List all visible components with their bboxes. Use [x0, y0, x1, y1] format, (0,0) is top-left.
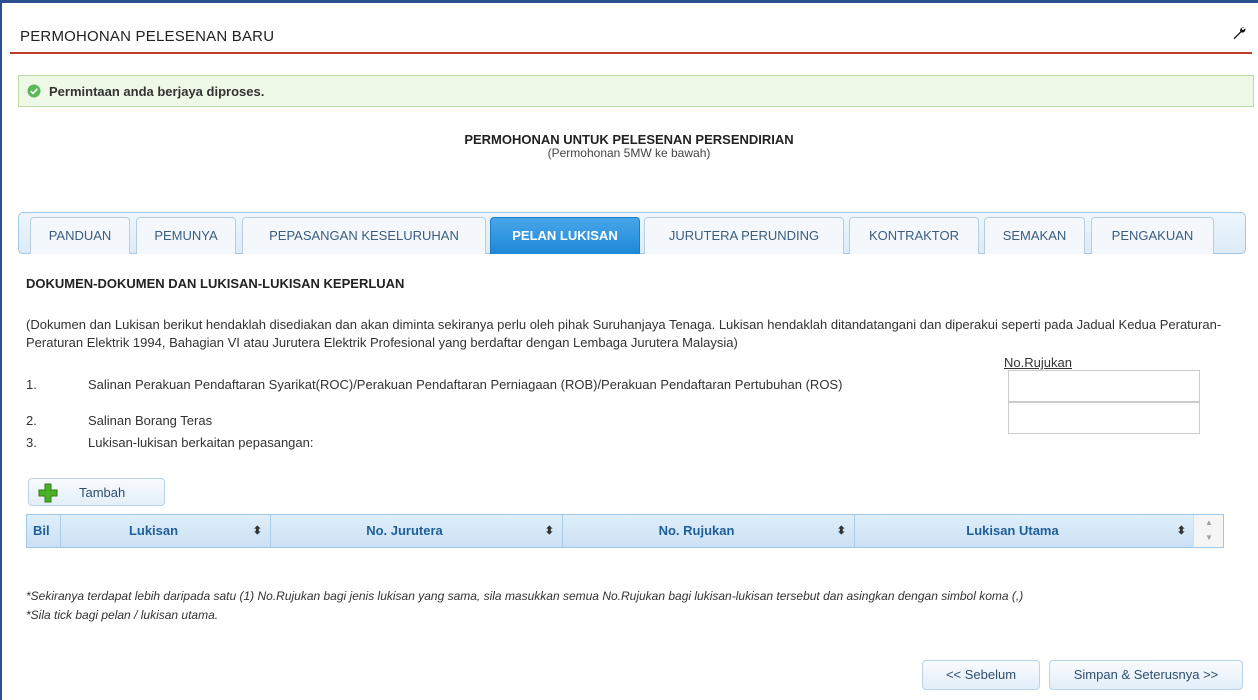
- plus-icon: [38, 483, 58, 503]
- column-header-lukisan-utama[interactable]: Lukisan Utama ⬍: [855, 515, 1195, 547]
- column-header-no-jurutera[interactable]: No. Jurutera ⬍: [271, 515, 563, 547]
- sort-icon: ⬍: [252, 525, 262, 537]
- alert-message: Permintaan anda berjaya diproses.: [49, 84, 265, 99]
- section-description: (Dokumen dan Lukisan berikut hendaklah d…: [26, 317, 1222, 350]
- wrench-icon[interactable]: [1232, 26, 1246, 40]
- add-drawing-button[interactable]: Tambah: [28, 478, 165, 506]
- footnote: *Sila tick bagi pelan / lukisan utama.: [26, 608, 219, 622]
- scroll-down-icon[interactable]: ▼: [1205, 533, 1213, 542]
- previous-button[interactable]: << Sebelum: [922, 660, 1040, 690]
- sort-icon: ⬍: [836, 525, 846, 537]
- table-header: Bil Lukisan ⬍ No. Jurutera ⬍ No. Rujukan…: [27, 515, 1195, 547]
- tab-semakan[interactable]: SEMAKAN: [984, 217, 1085, 254]
- form-subtitle: (Permohonan 5MW ke bawah): [547, 146, 711, 160]
- tab-pelan-lukisan[interactable]: PELAN LUKISAN: [490, 217, 640, 254]
- success-alert: Permintaan anda berjaya diproses.: [18, 75, 1254, 107]
- drawings-table: Bil Lukisan ⬍ No. Jurutera ⬍ No. Rujukan…: [26, 514, 1224, 548]
- ref-input-borang-teras[interactable]: [1008, 402, 1200, 434]
- item-number: 2.: [26, 413, 37, 428]
- column-header-lukisan[interactable]: Lukisan ⬍: [61, 515, 271, 547]
- tab-pengakuan[interactable]: PENGAKUAN: [1091, 217, 1214, 254]
- item-number: 1.: [26, 377, 37, 392]
- ref-input-roc[interactable]: [1008, 370, 1200, 402]
- item-text: Lukisan-lukisan berkaitan pepasangan:: [88, 435, 314, 450]
- item-number: 3.: [26, 435, 37, 450]
- sort-icon: ⬍: [1176, 525, 1186, 537]
- page-header: PERMOHONAN PELESENAN BARU: [10, 22, 1252, 54]
- item-text: Salinan Perakuan Pendaftaran Syarikat(RO…: [88, 377, 843, 392]
- section-title: DOKUMEN-DOKUMEN DAN LUKISAN-LUKISAN KEPE…: [26, 276, 405, 291]
- tab-panduan[interactable]: PANDUAN: [30, 217, 130, 254]
- scroll-up-icon[interactable]: ▲: [1205, 518, 1213, 527]
- tab-pemunya[interactable]: PEMUNYA: [136, 217, 236, 254]
- table-scrollbar[interactable]: ▲ ▼: [1193, 515, 1223, 547]
- tab-kontraktor[interactable]: KONTRAKTOR: [849, 217, 979, 254]
- page-title: PERMOHONAN PELESENAN BARU: [20, 28, 275, 45]
- sort-icon: ⬍: [544, 525, 554, 537]
- column-header-no-rujukan[interactable]: No. Rujukan ⬍: [563, 515, 855, 547]
- form-title: PERMOHONAN UNTUK PELESENAN PERSENDIRIAN: [464, 132, 794, 147]
- check-circle-icon: [27, 84, 41, 98]
- tab-pepasangan-keseluruhan[interactable]: PEPASANGAN KESELURUHAN: [242, 217, 486, 254]
- tab-jurutera-perunding[interactable]: JURUTERA PERUNDING: [644, 217, 844, 254]
- save-next-button[interactable]: Simpan & Seterusnya >>: [1049, 660, 1243, 690]
- column-header-bil[interactable]: Bil: [27, 515, 61, 547]
- add-button-label: Tambah: [79, 485, 126, 500]
- ref-column-label: No.Rujukan: [1004, 355, 1072, 370]
- item-text: Salinan Borang Teras: [88, 413, 213, 428]
- footnote: *Sekiranya terdapat lebih daripada satu …: [26, 589, 1024, 603]
